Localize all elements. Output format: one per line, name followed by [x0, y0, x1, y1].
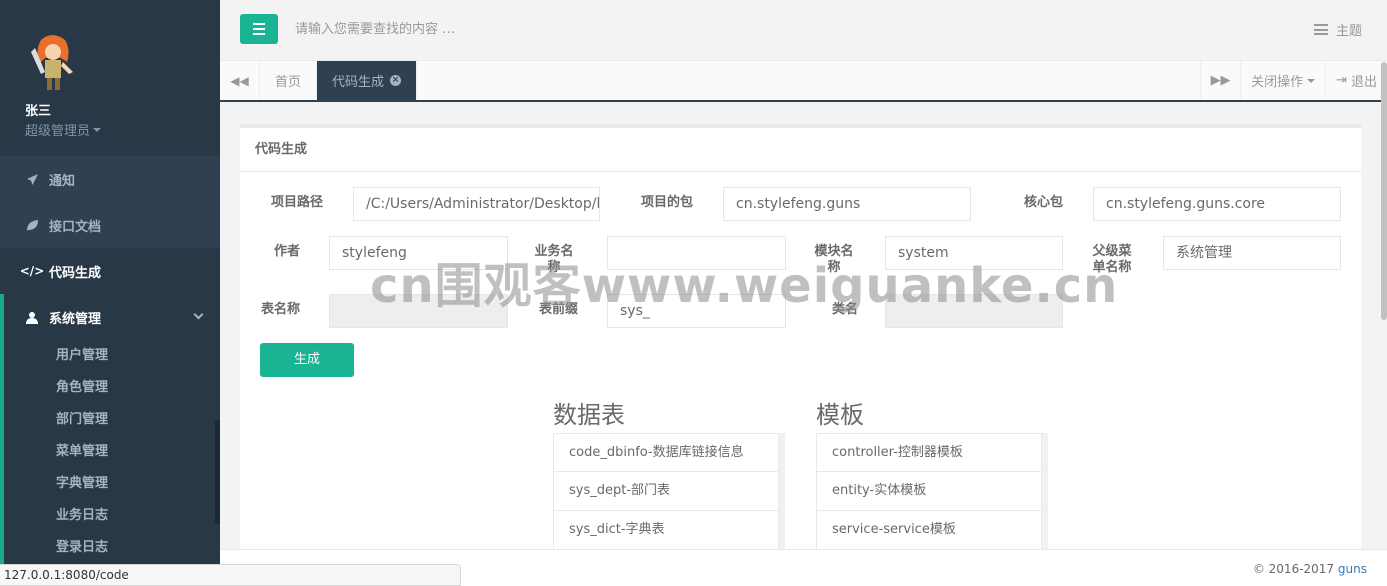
top-header: 请输入您需要查找的内容 … 主题	[220, 0, 1387, 61]
tables-title: 数据表	[553, 401, 625, 429]
close-ops-dropdown[interactable]: 关闭操作	[1240, 61, 1325, 100]
project-pkg-label: 项目的包	[640, 195, 693, 210]
code-icon: </>	[19, 264, 45, 278]
page-scrollbar[interactable]	[1381, 62, 1387, 320]
sidebar-item-label: 代码生成	[49, 265, 102, 281]
status-url: 127.0.0.1:8080/code	[0, 564, 461, 586]
list-item[interactable]: service-service模板	[816, 511, 1042, 550]
logout-button[interactable]: ⇥ 退出	[1325, 61, 1387, 100]
sign-out-icon: ⇥	[1336, 73, 1347, 88]
submenu-item-biz-log[interactable]: 业务日志	[4, 500, 220, 532]
user-icon	[25, 310, 39, 324]
submenu-item-users[interactable]: 用户管理	[4, 340, 220, 372]
leaf-icon	[25, 218, 39, 232]
templates-list[interactable]: controller-控制器模板 entity-实体模板 service-ser…	[816, 433, 1048, 551]
panel-title: 代码生成	[240, 128, 1361, 172]
tasks-icon	[1313, 24, 1328, 35]
sidebar: 张三 超级管理员 通知 接口文档 </> 代码生成 系统管理 用户管理 角色管理…	[0, 0, 220, 586]
caret-down-icon	[93, 127, 102, 132]
close-icon[interactable]: ×	[390, 75, 402, 86]
tab-label: 首页	[275, 75, 302, 90]
templates-title: 模板	[816, 401, 864, 429]
author-label: 作者	[273, 244, 300, 259]
parent-menu-input[interactable]: 系统管理	[1163, 236, 1341, 270]
tab-scroll-right-button[interactable]: ▶▶	[1200, 61, 1240, 100]
core-pkg-input[interactable]: cn.stylefeng.guns.core	[1093, 187, 1341, 221]
tab-code-gen[interactable]: 代码生成 ×	[317, 61, 418, 100]
avatar[interactable]	[25, 32, 79, 94]
tab-scroll-left-button[interactable]: ◀◀	[220, 61, 260, 100]
sidebar-item-api-docs[interactable]: 接口文档	[0, 202, 220, 248]
caret-down-icon	[1307, 78, 1316, 83]
close-ops-label: 关闭操作	[1251, 75, 1304, 90]
list-item[interactable]: entity-实体模板	[816, 472, 1042, 511]
tables-list[interactable]: code_dbinfo-数据库链接信息 sys_dept-部门表 sys_dic…	[553, 433, 785, 551]
submenu-item-dicts[interactable]: 字典管理	[4, 468, 220, 500]
forward-icon: ▶▶	[1210, 73, 1231, 88]
sidebar-item-label: 通知	[49, 173, 76, 189]
logout-label: 退出	[1350, 75, 1377, 90]
search-input[interactable]: 请输入您需要查找的内容 …	[290, 14, 690, 46]
paper-plane-icon	[25, 172, 39, 186]
sidebar-item-system[interactable]: 系统管理	[0, 294, 220, 340]
submenu-item-roles[interactable]: 角色管理	[4, 372, 220, 404]
sidebar-item-code-gen[interactable]: </> 代码生成	[0, 248, 220, 294]
list-item[interactable]: code_dbinfo-数据库链接信息	[553, 433, 779, 472]
guns-link[interactable]: guns	[1338, 562, 1367, 576]
watermark-text: cn围观客www.weiguanke.cn	[370, 258, 1119, 314]
project-pkg-input[interactable]: cn.stylefeng.guns	[723, 187, 971, 221]
sidebar-item-label: 系统管理	[49, 311, 102, 327]
sidebar-item-notice[interactable]: 通知	[0, 156, 220, 202]
copyright: © 2016-2017 guns	[1253, 562, 1367, 576]
hamburger-icon	[253, 23, 265, 25]
avatar-image	[31, 35, 73, 90]
copyright-text: © 2016-2017	[1252, 562, 1335, 576]
project-path-label: 项目路径	[270, 195, 323, 210]
list-item[interactable]: sys_dept-部门表	[553, 472, 779, 511]
tab-home[interactable]: 首页	[260, 61, 318, 100]
user-role: 超级管理员	[25, 124, 91, 139]
list-item[interactable]: controller-控制器模板	[816, 433, 1042, 472]
sidebar-item-label: 接口文档	[49, 219, 102, 235]
submenu-item-login-log[interactable]: 登录日志	[4, 532, 220, 564]
project-path-input[interactable]: /C:/Users/Administrator/Desktop/lea	[353, 187, 600, 221]
user-role-dropdown[interactable]: 超级管理员	[25, 120, 102, 139]
submenu-item-depts[interactable]: 部门管理	[4, 404, 220, 436]
theme-button[interactable]: 主题	[1313, 20, 1362, 39]
tab-bar: ◀◀ 首页 代码生成 × ▶▶ 关闭操作 ⇥ 退出	[220, 61, 1387, 102]
core-pkg-label: 核心包	[1023, 195, 1063, 210]
list-item[interactable]: sys_dict-字典表	[553, 511, 779, 550]
table-name-label: 表名称	[260, 302, 300, 317]
chevron-down-icon	[193, 309, 204, 320]
tab-label: 代码生成	[332, 75, 385, 90]
theme-label: 主题	[1335, 24, 1362, 39]
menu-toggle-button[interactable]	[240, 14, 278, 44]
submenu-item-menus[interactable]: 菜单管理	[4, 436, 220, 468]
backward-icon: ◀◀	[230, 73, 249, 88]
profile-area: 张三 超级管理员	[0, 0, 220, 156]
system-submenu: 用户管理 角色管理 部门管理 菜单管理 字典管理 业务日志 登录日志	[0, 340, 220, 564]
user-name[interactable]: 张三	[25, 100, 220, 119]
generate-button[interactable]: 生成	[260, 343, 354, 377]
